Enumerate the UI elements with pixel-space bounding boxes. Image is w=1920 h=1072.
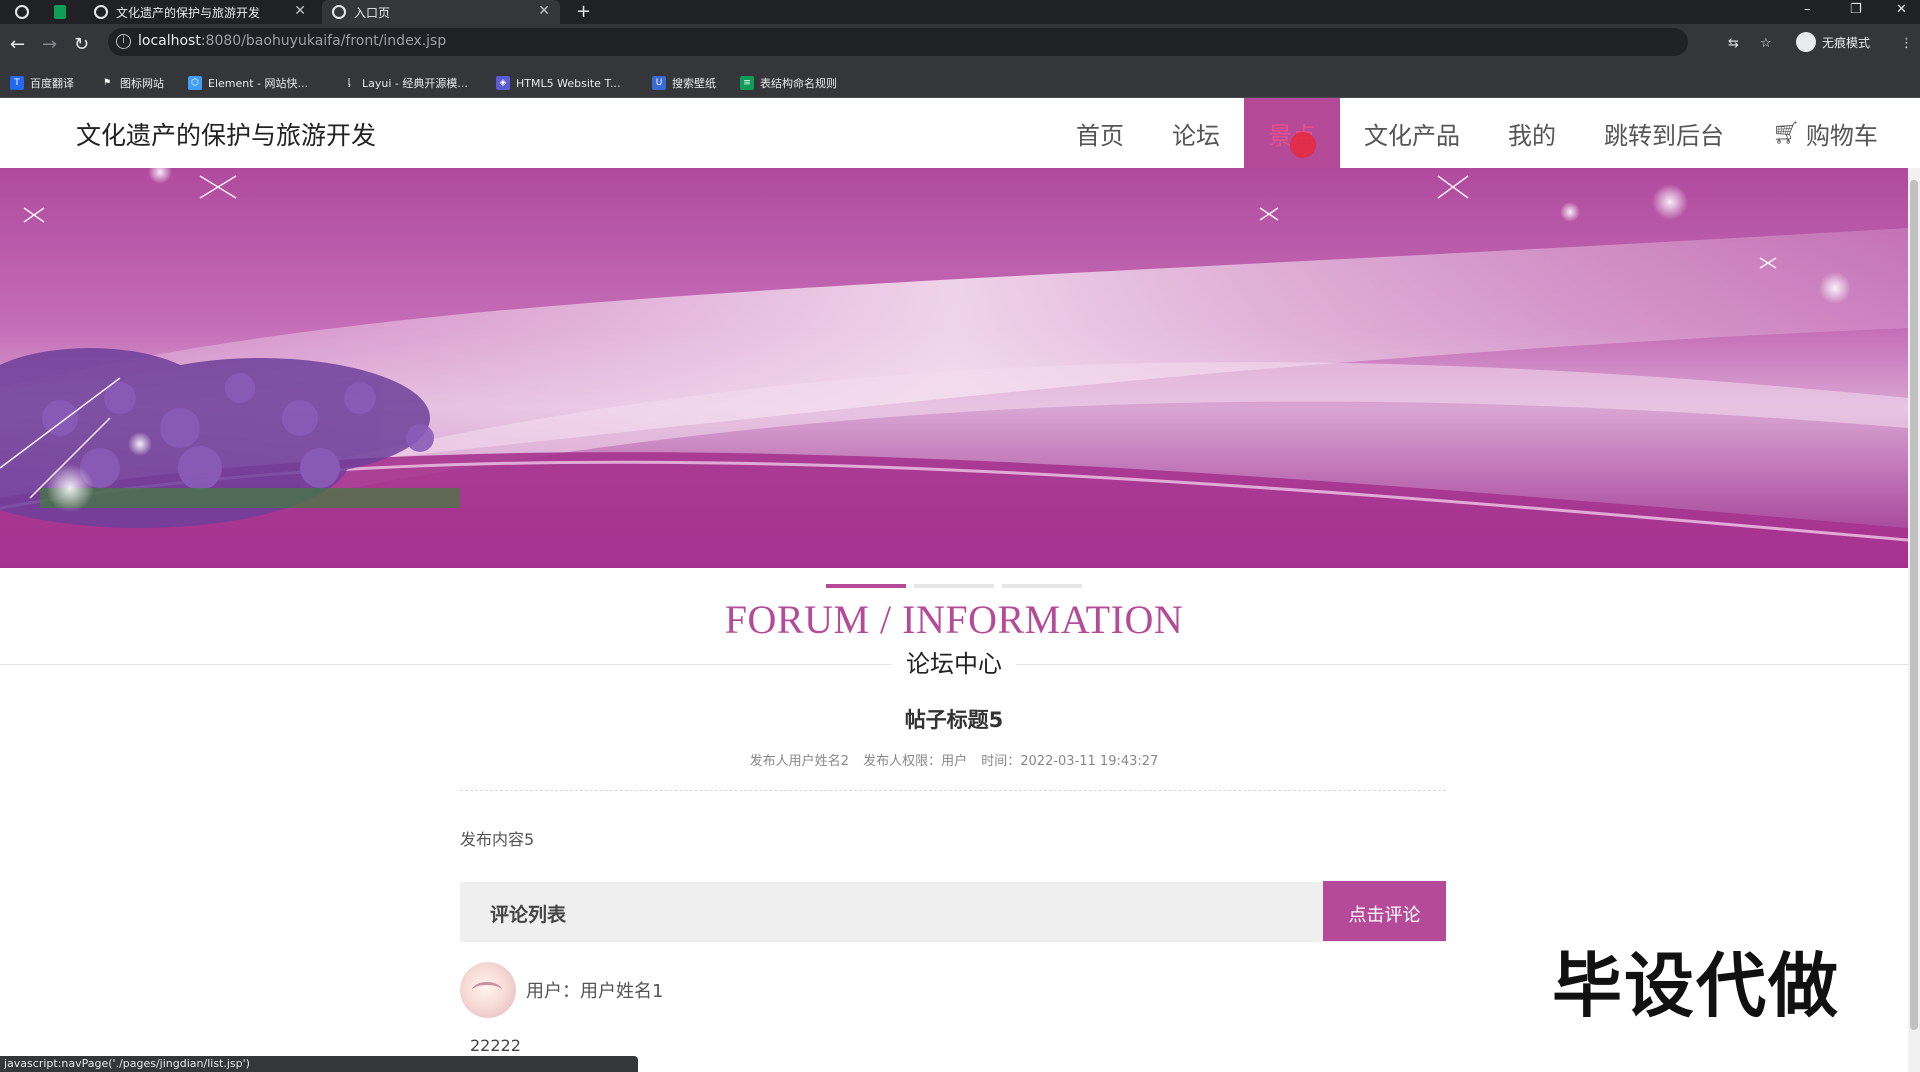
globe-icon: [94, 5, 108, 19]
bookmarks-bar: T 百度翻译 ⚑ 图标网站 ⬡ Element - 网站快... ᶅ Layui - 经…: [0, 68, 1920, 98]
avatar: [460, 962, 516, 1018]
post-time: 时间：2022-03-11 19:43:27: [981, 754, 1159, 769]
window-close-icon[interactable]: ✕: [1896, 0, 1907, 24]
comment-text: 22222: [470, 1036, 521, 1055]
status-bar: javascript:navPage('./pages/jingdian/lis…: [0, 1056, 638, 1072]
tab-label: 文化遗产的保护与旅游开发: [116, 5, 261, 20]
carousel-dot[interactable]: [826, 584, 906, 588]
section-title-zh: 论坛中心: [0, 644, 1908, 679]
post-divider: [460, 790, 1446, 791]
bookmark-item[interactable]: U 搜索壁纸: [652, 68, 716, 98]
post-title: 帖子标题5: [904, 708, 1004, 732]
star-icon[interactable]: ☆: [1760, 36, 1772, 51]
nav-home[interactable]: 首页: [1052, 98, 1148, 168]
pointer-cursor-icon: [1290, 132, 1316, 158]
bookmark-item[interactable]: ⚑ 图标网站: [100, 68, 164, 98]
bookmark-item[interactable]: ≡ 表结构命名规则: [740, 68, 837, 98]
new-tab-icon[interactable]: +: [576, 0, 591, 24]
incognito-indicator[interactable]: 无痕模式: [1796, 32, 1870, 52]
url-text: localhost:8080/baohuyukaifa/front/index.…: [138, 33, 447, 49]
nav-forum[interactable]: 论坛: [1148, 98, 1244, 168]
nav-cart-label: 购物车: [1805, 121, 1878, 150]
watermark: 毕设代做: [1552, 945, 1840, 1027]
close-icon[interactable]: ✕: [294, 3, 306, 19]
bookmark-item[interactable]: ᶅ Layui - 经典开源模...: [342, 68, 468, 98]
carousel-dot[interactable]: [1002, 584, 1082, 588]
add-comment-button[interactable]: 点击评论: [1323, 881, 1446, 941]
nav-admin[interactable]: 跳转到后台: [1580, 98, 1748, 168]
cart-icon: 🛒︎: [1772, 120, 1800, 146]
post-author: 发布人用户姓名2: [749, 754, 849, 769]
browser-toolbar: ← → ↻ i localhost:8080/baohuyukaifa/fron…: [0, 24, 1920, 68]
post-meta: 发布人用户姓名2 发布人权限：用户 时间：2022-03-11 19:43:27: [0, 750, 1908, 769]
bookmark-item[interactable]: T 百度翻译: [10, 68, 74, 98]
translate-icon[interactable]: ⇆: [1728, 36, 1739, 51]
flag-icon: ⚑: [100, 76, 114, 90]
pinned-tab-icon[interactable]: [14, 4, 30, 20]
bookmark-item[interactable]: ◈ HTML5 Website T...: [496, 68, 620, 98]
reload-icon[interactable]: ↻: [74, 34, 89, 55]
browser-tab-strip: 文化遗产的保护与旅游开发 ✕ 入口页 ✕ + – ❐ ✕: [0, 0, 1920, 24]
sheets-tab-icon[interactable]: [52, 4, 68, 20]
menu-icon[interactable]: ⋮: [1900, 36, 1913, 51]
site-header: 文化遗产的保护与旅游开发 首页 论坛 景点 文化产品 我的 跳转到后台 🛒︎ 购…: [0, 98, 1908, 168]
sheets-icon: ≡: [740, 76, 754, 90]
nav-mine[interactable]: 我的: [1484, 98, 1580, 168]
incognito-label: 无痕模式: [1822, 35, 1871, 50]
comment-list-header: 评论列表: [460, 882, 1446, 942]
close-icon[interactable]: ✕: [538, 3, 550, 19]
back-icon[interactable]: ←: [10, 34, 25, 55]
post-content: 发布内容5: [460, 830, 535, 849]
globe-icon: [332, 5, 346, 19]
baidu-translate-icon: T: [10, 76, 24, 90]
post-role: 发布人权限：用户: [863, 754, 968, 769]
tab-entry[interactable]: 入口页 ✕: [322, 0, 560, 24]
bookmark-item[interactable]: ⬡ Element - 网站快...: [188, 68, 308, 98]
tab-site[interactable]: 文化遗产的保护与旅游开发 ✕: [84, 0, 316, 24]
incognito-icon: [1796, 32, 1816, 52]
carousel-dot[interactable]: [914, 584, 994, 588]
tab-label: 入口页: [354, 5, 391, 20]
html5-icon: ◈: [496, 76, 510, 90]
minimize-icon[interactable]: –: [1804, 0, 1811, 24]
site-title: 文化遗产的保护与旅游开发: [76, 121, 377, 150]
info-icon[interactable]: i: [116, 34, 131, 49]
list-item: 用户：用户姓名1: [460, 962, 663, 1018]
hero-banner: [0, 168, 1908, 568]
banner-artwork: [0, 168, 1908, 568]
address-bar[interactable]: i localhost:8080/baohuyukaifa/front/inde…: [108, 28, 1688, 56]
nav-culture-products[interactable]: 文化产品: [1340, 98, 1484, 168]
comment-user: 用户：用户姓名1: [526, 981, 664, 1002]
element-icon: ⬡: [188, 76, 202, 90]
forward-icon[interactable]: →: [42, 34, 57, 55]
wallpaper-icon: U: [652, 76, 666, 90]
nav-attractions[interactable]: 景点: [1244, 98, 1340, 168]
nav-cart[interactable]: 🛒︎ 购物车: [1748, 98, 1902, 168]
scrollbar-thumb[interactable]: [1910, 180, 1918, 1030]
carousel-indicators: [826, 584, 1082, 588]
section-title-en: FORUM / INFORMATION: [724, 597, 1184, 642]
layui-icon: ᶅ: [342, 76, 356, 90]
restore-icon[interactable]: ❐: [1850, 0, 1862, 24]
comment-list-title: 评论列表: [490, 904, 567, 926]
main-nav: 首页 论坛 景点 文化产品 我的 跳转到后台 🛒︎ 购物车: [1052, 98, 1902, 168]
